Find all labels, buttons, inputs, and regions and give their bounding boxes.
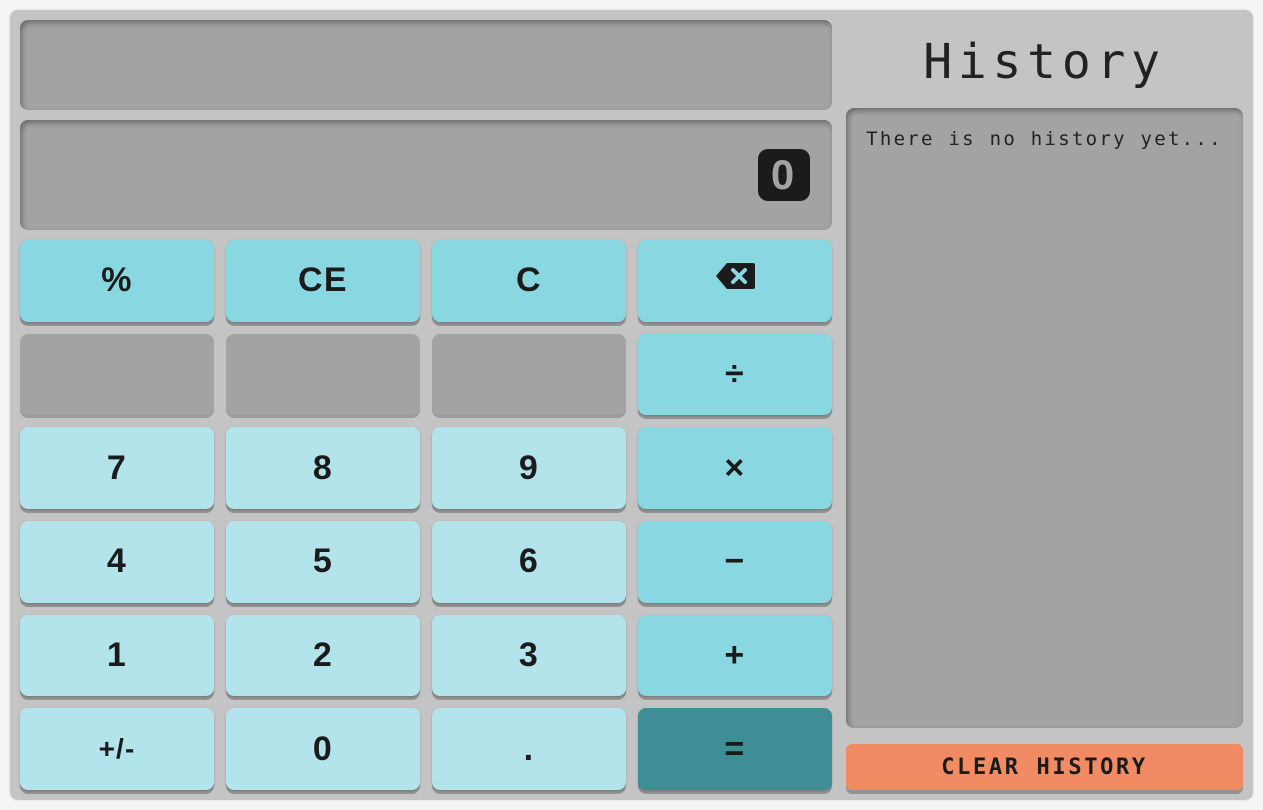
backspace-icon [715,261,755,300]
minus-button[interactable]: − [638,521,832,603]
inactive-button-1 [20,334,214,416]
clear-button[interactable]: C [432,240,626,322]
main-display: 0 [20,120,832,230]
negate-button[interactable]: +/- [20,708,214,790]
keypad: % CE C ÷ 7 8 9 × 4 5 [20,240,832,790]
digit-4-button[interactable]: 4 [20,521,214,603]
calculator-column: 0 % CE C ÷ 7 8 9 [20,20,832,790]
inactive-button-2 [226,334,420,416]
clear-history-button[interactable]: CLEAR HISTORY [846,744,1243,790]
equals-button[interactable]: = [638,708,832,790]
clear-entry-button[interactable]: CE [226,240,420,322]
digit-3-button[interactable]: 3 [432,615,626,697]
digit-5-button[interactable]: 5 [226,521,420,603]
digit-9-button[interactable]: 9 [432,427,626,509]
plus-button[interactable]: + [638,615,832,697]
calculator-app: 0 % CE C ÷ 7 8 9 [10,10,1253,800]
digit-0-button[interactable]: 0 [226,708,420,790]
digit-6-button[interactable]: 6 [432,521,626,603]
history-list: There is no history yet... [846,108,1243,728]
expression-display [20,20,832,110]
digit-7-button[interactable]: 7 [20,427,214,509]
divide-button[interactable]: ÷ [638,334,832,416]
history-title: History [846,34,1243,90]
history-empty-text: There is no history yet... [864,128,1225,150]
digit-8-button[interactable]: 8 [226,427,420,509]
history-column: History There is no history yet... CLEAR… [846,20,1243,790]
multiply-button[interactable]: × [638,427,832,509]
main-value: 0 [758,149,810,201]
percent-button[interactable]: % [20,240,214,322]
digit-2-button[interactable]: 2 [226,615,420,697]
backspace-button[interactable] [638,240,832,322]
decimal-button[interactable]: . [432,708,626,790]
inactive-button-3 [432,334,626,416]
digit-1-button[interactable]: 1 [20,615,214,697]
